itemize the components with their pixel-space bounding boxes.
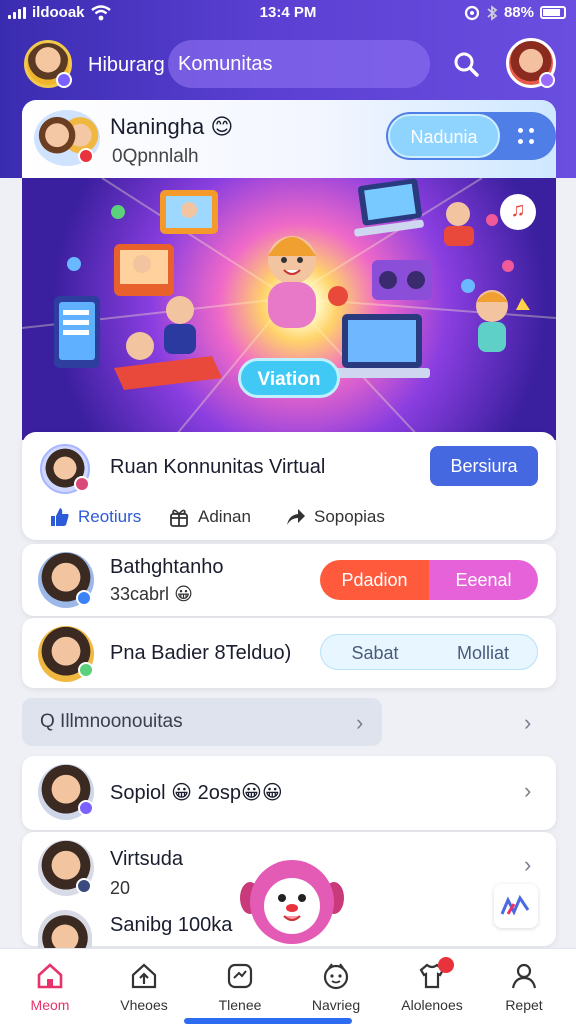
- face-icon: [323, 963, 349, 990]
- app-title: Hiburarg: [88, 54, 165, 76]
- nav-videos[interactable]: Vheoes: [96, 961, 192, 1013]
- row-subtitle: 33cabrl: [110, 584, 170, 604]
- gift-action[interactable]: Adinan: [168, 506, 251, 528]
- like-action[interactable]: Reotiurs: [48, 506, 141, 528]
- home-icon: [37, 963, 63, 989]
- music-icon[interactable]: ♫: [500, 194, 536, 230]
- nav-games[interactable]: Tlenee: [192, 961, 288, 1013]
- mode-toggle[interactable]: Nadunia: [386, 112, 556, 160]
- online-icon: [78, 662, 94, 678]
- row-right-button[interactable]: Molliat: [429, 635, 537, 669]
- row-action-group: Pdadion Eeenal: [320, 560, 538, 600]
- grid-dots-icon[interactable]: [514, 124, 538, 148]
- smile-emoji-icon: 😊: [210, 114, 234, 139]
- group-badge-icon: [78, 148, 94, 164]
- chevron-right-icon[interactable]: ›: [356, 710, 363, 736]
- share-label: Sopopias: [314, 507, 385, 526]
- status-right: 88%: [464, 4, 566, 21]
- row-action-group: Sabat Molliat: [320, 634, 538, 670]
- community-search-input[interactable]: Q Illmnoonouitas: [22, 698, 382, 746]
- nav-friends[interactable]: Navrieg: [288, 961, 384, 1013]
- avatar-badge-icon: [76, 878, 92, 894]
- nav-profile[interactable]: Repet: [476, 961, 572, 1013]
- battery-icon: [540, 6, 566, 19]
- row-title: Bathghtanho: [110, 556, 224, 578]
- row-title: Sopiol: [110, 782, 166, 804]
- community-title: Ruan Konnunitas Virtual: [110, 456, 326, 478]
- avatar-badge-icon: [56, 72, 72, 88]
- status-bar: ildooak 13:4 PM 88%: [0, 0, 576, 26]
- nav-home[interactable]: Meom: [2, 961, 98, 1013]
- gift-label: Adinan: [198, 507, 251, 526]
- row-subtitle: 2osp: [197, 782, 241, 804]
- nav-profile-label: Repet: [505, 997, 543, 1013]
- search-row-text: Q Illmnoonouitas: [40, 711, 183, 732]
- nav-shop[interactable]: Alolenoes: [384, 961, 480, 1013]
- hero-character: [268, 236, 348, 328]
- greeting-subtitle: 0Qpnnlalh: [112, 146, 199, 167]
- community-search-pill[interactable]: Komunitas: [168, 40, 430, 88]
- chevron-right-icon[interactable]: ›: [524, 710, 531, 736]
- share-icon: [287, 509, 305, 525]
- chevron-right-icon[interactable]: ›: [524, 778, 531, 804]
- nav-home-label: Meom: [30, 997, 70, 1013]
- avatar-badge-icon: [78, 800, 94, 816]
- community-badge-icon: [74, 476, 90, 492]
- hero-illustration: [22, 178, 556, 440]
- bluetooth-icon: [487, 4, 498, 21]
- tablet-icon: [54, 296, 100, 368]
- mascot-icon[interactable]: [240, 852, 344, 950]
- profile-badge-icon: [539, 72, 555, 88]
- toggle-active-segment[interactable]: Nadunia: [388, 114, 500, 158]
- hero-banner[interactable]: ♫ Viation: [22, 178, 556, 440]
- location-icon: [464, 5, 480, 20]
- row-title: Sanibg 100ka: [110, 914, 233, 936]
- row-right-button[interactable]: Eeenal: [429, 560, 538, 600]
- nav-shop-label: Alolenoes: [401, 997, 463, 1013]
- nav-games-label: Tlenee: [218, 997, 262, 1013]
- house-up-icon: [131, 963, 157, 989]
- profile-icon: [511, 963, 537, 989]
- list-item[interactable]: [22, 756, 556, 830]
- home-indicator: [184, 1018, 352, 1024]
- battery-percent: 88%: [503, 4, 534, 21]
- join-button[interactable]: Bersiura: [430, 446, 538, 486]
- greeting-name-row: Naningha 😊: [110, 114, 233, 140]
- chart-widget-icon[interactable]: [494, 884, 538, 928]
- emoji-icon: 😀😀: [240, 782, 283, 804]
- hero-button[interactable]: Viation: [238, 358, 340, 398]
- search-icon[interactable]: [450, 48, 484, 82]
- game-icon: [227, 963, 253, 989]
- nav-friends-label: Navrieg: [311, 997, 361, 1013]
- greeting-name: Naningha: [110, 114, 205, 139]
- row-title: Virtsuda: [110, 848, 184, 870]
- like-icon: [51, 508, 69, 526]
- like-label: Reotiurs: [78, 507, 142, 526]
- notification-badge: [438, 957, 454, 973]
- row-subtitle: 20: [110, 878, 131, 898]
- search-pill-text: Komunitas: [178, 53, 273, 75]
- share-action[interactable]: Sopopias: [284, 506, 385, 528]
- chevron-right-icon[interactable]: ›: [524, 852, 531, 878]
- row-left-button[interactable]: Pdadion: [320, 560, 429, 600]
- emoji-icon: 😀: [171, 782, 193, 804]
- row-left-button[interactable]: Sabat: [321, 635, 429, 669]
- row-title: Pna Badier 8Telduo): [110, 642, 292, 664]
- row-subtitle-group: 33cabrl 😀: [110, 584, 193, 605]
- nav-videos-label: Vheoes: [120, 997, 168, 1013]
- bottom-nav: Meom Vheoes Tlenee Navrieg Alolenoes Rep…: [0, 948, 576, 1024]
- verified-icon: [76, 590, 92, 606]
- grin-emoji-icon: 😀: [174, 584, 193, 604]
- row-title-group: Sopiol 😀 2osp😀😀: [110, 780, 283, 805]
- gift-icon: [170, 509, 188, 527]
